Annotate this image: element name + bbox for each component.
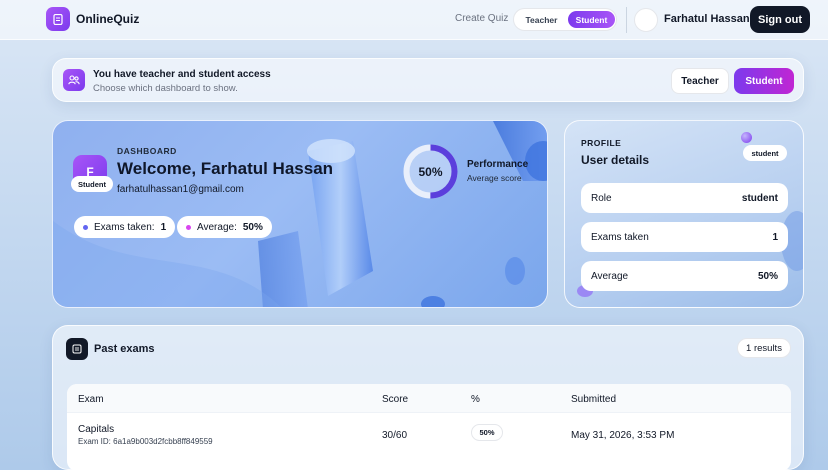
exam-id: Exam ID: 6a1a9b003d2fcbb8ff849559 (78, 437, 213, 446)
table-header: Exam Score % Submitted (67, 384, 791, 413)
exams-taken-label: Exams taken: (94, 221, 155, 233)
access-banner: You have teacher and student access Choo… (52, 58, 804, 102)
row-value: 50% (757, 270, 778, 282)
top-nav: OnlineQuiz Create Quiz Teacher Student F… (0, 0, 828, 40)
average-pill: Average: 50% (177, 216, 272, 238)
access-subtitle: Choose which dashboard to show. (93, 83, 238, 94)
exam-submitted: May 31, 2026, 3:53 PM (571, 430, 675, 441)
profile-label: PROFILE (581, 138, 622, 148)
exam-score: 30/60 (382, 430, 408, 441)
dot-icon (186, 224, 191, 230)
exam-name: Capitals (78, 424, 115, 435)
column-header-score: Score (382, 394, 409, 405)
brand-logo[interactable] (46, 7, 70, 31)
column-header-submitted: Submitted (571, 394, 617, 405)
user-email: farhatulhassan1@gmail.com (117, 184, 244, 195)
access-title: You have teacher and student access (93, 69, 271, 80)
brand-name[interactable]: OnlineQuiz (76, 12, 139, 26)
status-badge: student (743, 145, 787, 161)
dot-icon (83, 224, 88, 230)
row-value: 1 (772, 231, 778, 243)
nav-divider (626, 7, 627, 33)
status-badge: Student (71, 176, 113, 192)
document-icon (53, 13, 63, 25)
column-header-exam: Exam (78, 394, 104, 405)
users-icon (63, 69, 85, 91)
row-label: Role (591, 192, 612, 204)
role-toggle: Teacher Student (513, 8, 617, 31)
performance-title: Performance (467, 159, 529, 170)
exams-taken-pill: Exams taken: 1 (74, 216, 176, 238)
past-exams-title: Past exams (94, 343, 155, 355)
row-label: Average (591, 270, 629, 282)
orb-decoration (741, 132, 752, 143)
student-dashboard-button[interactable]: Student (734, 68, 794, 94)
avatar[interactable] (634, 8, 658, 32)
sign-out-button[interactable]: Sign out (750, 6, 810, 33)
profile-row-exams-taken: Exams taken 1 (581, 222, 788, 252)
teacher-dashboard-button[interactable]: Teacher (671, 68, 729, 94)
past-exams-card: Past exams 1 results Exam Score % Submit… (52, 325, 804, 470)
profile-card: PROFILE User details student Role studen… (564, 120, 804, 308)
average-value: 50% (242, 221, 263, 233)
toggle-teacher[interactable]: Teacher (518, 11, 565, 28)
dashboard-hero: DASHBOARD F Student Welcome, Farhatul Ha… (52, 120, 548, 308)
profile-row-average: Average 50% (581, 261, 788, 291)
column-header-percent: % (471, 394, 480, 405)
performance-percent: 50% (418, 164, 443, 179)
profile-title: User details (581, 153, 650, 167)
welcome-title: Welcome, Farhatul Hassan (117, 159, 334, 178)
list-icon (66, 338, 88, 360)
profile-row-role: Role student (581, 183, 788, 213)
dashboard-label: DASHBOARD (117, 146, 177, 156)
exam-percent: 50% (471, 424, 503, 441)
performance-subtitle: Average score (467, 173, 522, 183)
average-label: Average: (197, 221, 237, 233)
past-exams-table: Exam Score % Submitted Capitals Exam ID:… (67, 384, 791, 470)
create-quiz-link[interactable]: Create Quiz (455, 13, 508, 24)
row-label: Exams taken (591, 231, 649, 243)
user-name: Farhatul Hassan (664, 13, 750, 25)
results-count-badge: 1 results (737, 338, 791, 358)
toggle-student[interactable]: Student (568, 11, 615, 28)
exams-taken-value: 1 (160, 221, 167, 233)
row-value: student (741, 192, 778, 204)
